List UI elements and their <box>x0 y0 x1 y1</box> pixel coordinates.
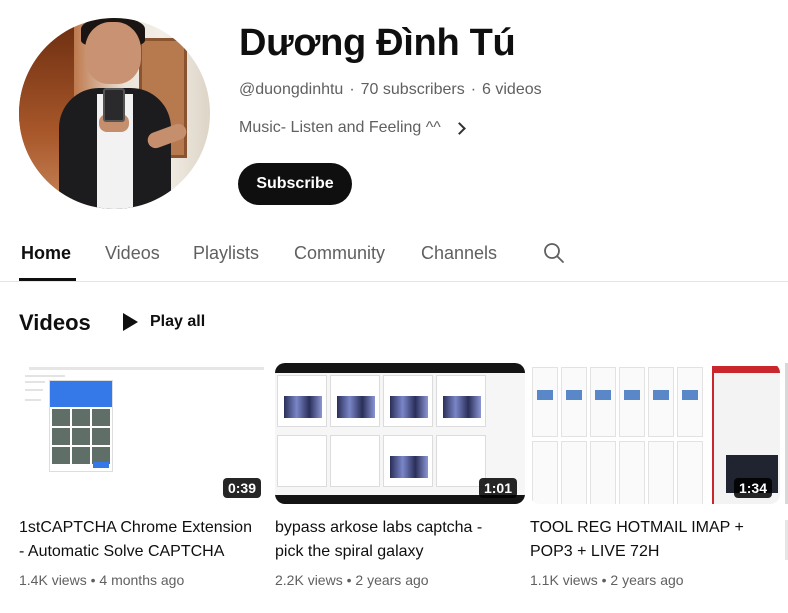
chevron-right-icon[interactable] <box>452 122 466 135</box>
subscriber-count: 70 subscribers <box>360 81 465 98</box>
channel-tabs: Home Videos Playlists Community Channels <box>0 232 788 282</box>
tab-community[interactable]: Community <box>294 243 385 264</box>
video-thumbnail[interactable]: 0:39 <box>19 363 269 504</box>
video-stats: 1.4K views • 4 months ago <box>19 572 269 588</box>
active-tab-indicator <box>19 278 76 281</box>
stats-separator: • <box>90 572 96 588</box>
channel-name: Dương Đình Tú <box>239 22 516 64</box>
channel-description-text: Music- Listen and Feeling ^^ <box>239 119 441 136</box>
video-title[interactable]: 1stCAPTCHA Chrome Extension - Automatic … <box>19 516 259 564</box>
section-title: Videos <box>19 310 91 335</box>
play-all-button[interactable]: Play all <box>123 313 205 331</box>
video-stats: 2.2K views • 2 years ago <box>275 572 525 588</box>
video-card[interactable]: 0:39 1stCAPTCHA Chrome Extension - Autom… <box>19 363 269 588</box>
video-title[interactable]: TOOL REG HOTMAIL IMAP + POP3 + LIVE 72H <box>530 516 770 564</box>
meta-separator: · <box>349 81 355 98</box>
video-thumbnail[interactable]: 1:34 <box>530 363 780 504</box>
tab-playlists[interactable]: Playlists <box>193 243 259 264</box>
video-duration: 0:39 <box>222 478 261 498</box>
upload-age: 2 years ago <box>355 572 429 588</box>
channel-description[interactable]: Music- Listen and Feeling ^^ <box>239 119 466 137</box>
upload-age: 2 years ago <box>610 572 684 588</box>
search-icon[interactable] <box>542 241 566 265</box>
play-icon <box>123 313 138 331</box>
view-count: 1.4K views <box>19 572 87 588</box>
video-duration: 1:34 <box>733 478 772 498</box>
video-card[interactable]: 1:34 TOOL REG HOTMAIL IMAP + POP3 + LIVE… <box>530 363 780 588</box>
tab-home[interactable]: Home <box>21 243 71 264</box>
stats-separator: • <box>601 572 607 588</box>
stats-separator: • <box>346 572 352 588</box>
view-count: 2.2K views <box>275 572 343 588</box>
view-count: 1.1K views <box>530 572 598 588</box>
play-all-label: Play all <box>150 313 206 330</box>
tab-videos[interactable]: Videos <box>105 243 160 264</box>
tab-channels[interactable]: Channels <box>421 243 497 264</box>
subscribe-button[interactable]: Subscribe <box>238 163 352 205</box>
video-stats: 1.1K views • 2 years ago <box>530 572 780 588</box>
video-duration: 1:01 <box>478 478 517 498</box>
channel-meta: @duongdinhtu · 70 subscribers · 6 videos <box>239 81 542 99</box>
video-thumbnail[interactable]: 1:01 <box>275 363 525 504</box>
video-title[interactable]: bypass arkose labs captcha - pick the sp… <box>275 516 515 564</box>
video-count: 6 videos <box>482 81 542 98</box>
meta-separator: · <box>470 81 477 98</box>
channel-handle: @duongdinhtu <box>239 81 344 98</box>
channel-avatar[interactable] <box>19 18 210 209</box>
upload-age: 4 months ago <box>99 572 185 588</box>
video-card[interactable]: 1:01 bypass arkose labs captcha - pick t… <box>275 363 525 588</box>
